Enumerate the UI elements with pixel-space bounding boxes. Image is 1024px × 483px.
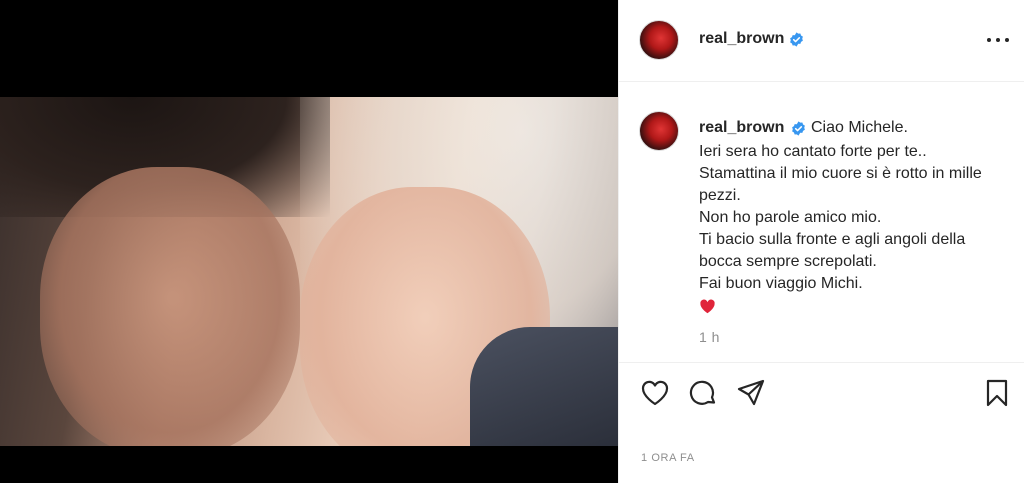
caption-area: real_brown Ciao Michele. Ieri sera ho ca… bbox=[619, 83, 1024, 363]
avatar[interactable] bbox=[639, 111, 679, 151]
caption-line: Non ho parole amico mio. bbox=[699, 209, 882, 226]
caption-first-line: Ciao Michele. bbox=[811, 119, 908, 136]
caption-line: Ti bacio sulla fronte e agli angoli dell… bbox=[699, 231, 966, 270]
more-dot bbox=[996, 38, 1000, 42]
paper-plane-icon[interactable] bbox=[735, 377, 767, 409]
username[interactable]: real_brown bbox=[699, 30, 784, 48]
post-media[interactable] bbox=[0, 0, 618, 483]
caption-line: Ieri sera ho cantato forte per te.. bbox=[699, 143, 927, 160]
red-heart-emoji bbox=[700, 299, 715, 314]
more-dot bbox=[987, 38, 991, 42]
caption-line: Stamattina il mio cuore si è rotto in mi… bbox=[699, 165, 982, 204]
caption-username[interactable]: real_brown bbox=[699, 119, 784, 137]
post-header: real_brown bbox=[619, 0, 1024, 82]
caption-line: Fai buon viaggio Michi. bbox=[699, 275, 863, 292]
photo-region-face-left bbox=[40, 167, 300, 446]
avatar[interactable] bbox=[639, 20, 679, 60]
caption-text: Ieri sera ho cantato forte per te.. Stam… bbox=[699, 141, 1009, 322]
post-side-panel: real_brown real_brown Ciao Michele. Ieri… bbox=[618, 0, 1024, 483]
more-options-icon[interactable] bbox=[987, 30, 1009, 50]
bookmark-icon[interactable] bbox=[981, 377, 1013, 409]
post-photo[interactable] bbox=[0, 97, 618, 446]
photo-region-jacket bbox=[470, 327, 618, 446]
more-dot bbox=[1005, 38, 1009, 42]
verified-badge-icon bbox=[790, 32, 803, 47]
heart-icon[interactable] bbox=[639, 377, 671, 409]
caption-timestamp[interactable]: 1 h bbox=[699, 329, 720, 345]
comment-icon[interactable] bbox=[687, 377, 719, 409]
action-bar bbox=[619, 362, 1024, 422]
verified-badge-icon bbox=[792, 121, 805, 136]
post-date[interactable]: 1 ORA FA bbox=[641, 452, 695, 464]
